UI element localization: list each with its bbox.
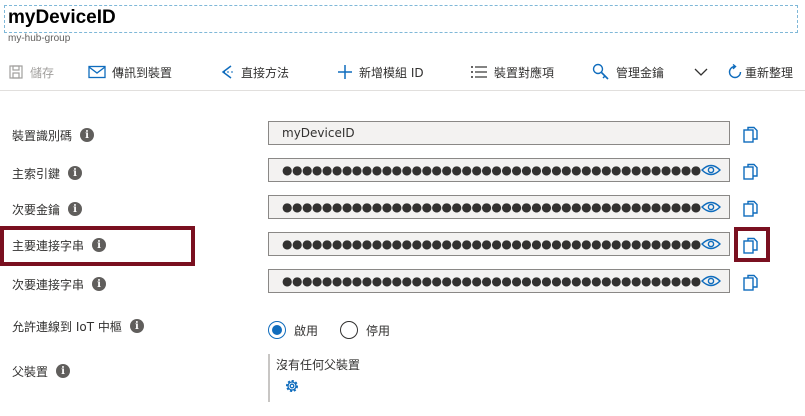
- primary-connection-field[interactable]: ●●●●●●●●●●●●●●●●●●●●●●●●●●●●●●●●●●●●●●●●…: [268, 232, 730, 256]
- secondary-connection-value: ●●●●●●●●●●●●●●●●●●●●●●●●●●●●●●●●●●●●●●●●…: [282, 274, 701, 288]
- secondary-key-label-row: 次要金鑰 i: [12, 200, 83, 218]
- radio-enable[interactable]: 啟用: [268, 319, 318, 341]
- refresh-icon: [728, 64, 742, 79]
- mail-icon: [88, 65, 106, 79]
- secondary-key-label: 次要金鑰: [12, 202, 61, 217]
- secondary-connection-label-row: 次要連接字串 i: [12, 275, 107, 293]
- device-id-field[interactable]: myDeviceID: [268, 121, 730, 145]
- title-box: [4, 5, 798, 33]
- copy-icon[interactable]: [742, 126, 760, 146]
- page-subtitle: my-hub-group: [8, 33, 71, 44]
- save-label: 儲存: [30, 65, 55, 80]
- primary-connection-value: ●●●●●●●●●●●●●●●●●●●●●●●●●●●●●●●●●●●●●●●●…: [282, 237, 701, 251]
- info-icon[interactable]: i: [56, 364, 71, 378]
- manage-keys-label: 管理金鑰: [616, 65, 665, 80]
- connection-label: 允許連線到 IoT 中樞: [12, 319, 122, 334]
- info-icon[interactable]: i: [92, 277, 107, 291]
- manage-keys-dropdown[interactable]: [694, 62, 708, 82]
- secondary-key-value: ●●●●●●●●●●●●●●●●●●●●●●●●●●●●●●●●●●●●●●●●…: [282, 200, 701, 214]
- connection-label-row: 允許連線到 IoT 中樞 i: [12, 317, 144, 335]
- parent-value: 沒有任何父裝置: [276, 358, 361, 372]
- key-search-icon: [592, 63, 609, 80]
- device-id-value: myDeviceID: [282, 126, 355, 140]
- device-id-label: 裝置識別碼: [12, 128, 73, 143]
- eye-icon[interactable]: [701, 274, 721, 288]
- direct-method-button[interactable]: 直接方法: [219, 62, 289, 82]
- refresh-button[interactable]: 重新整理: [727, 62, 793, 82]
- info-icon[interactable]: i: [129, 319, 144, 333]
- info-icon[interactable]: i: [80, 128, 95, 142]
- info-icon[interactable]: i: [92, 238, 107, 252]
- primary-key-label: 主索引鍵: [12, 166, 61, 181]
- page-title: myDeviceID: [8, 7, 116, 28]
- save-icon: [9, 65, 23, 79]
- primary-key-field[interactable]: ●●●●●●●●●●●●●●●●●●●●●●●●●●●●●●●●●●●●●●●●…: [268, 158, 730, 182]
- send-message-button[interactable]: 傳訊到裝置: [88, 62, 172, 82]
- list-icon: [471, 66, 487, 78]
- primary-connection-label-row: 主要連接字串 i: [12, 236, 107, 254]
- parent-label: 父裝置: [12, 364, 49, 379]
- secondary-key-field[interactable]: ●●●●●●●●●●●●●●●●●●●●●●●●●●●●●●●●●●●●●●●●…: [268, 195, 730, 219]
- eye-icon[interactable]: [701, 200, 721, 214]
- add-module-button[interactable]: 新增模組 ID: [337, 62, 424, 82]
- send-message-label: 傳訊到裝置: [112, 65, 173, 80]
- copy-icon[interactable]: [742, 200, 760, 220]
- copy-icon[interactable]: [742, 163, 760, 183]
- direct-method-label: 直接方法: [241, 65, 290, 80]
- add-module-label: 新增模組 ID: [359, 65, 424, 80]
- device-twin-label: 裝置對應項: [494, 65, 555, 80]
- primary-key-value: ●●●●●●●●●●●●●●●●●●●●●●●●●●●●●●●●●●●●●●●●…: [282, 163, 701, 177]
- eye-icon[interactable]: [701, 163, 721, 177]
- copy-icon[interactable]: [742, 237, 760, 257]
- save-button[interactable]: 儲存: [8, 62, 54, 82]
- radio-disable[interactable]: 停用: [340, 319, 390, 341]
- gear-icon[interactable]: [283, 377, 301, 395]
- primary-key-label-row: 主索引鍵 i: [12, 164, 83, 182]
- radio-disable-circle[interactable]: [340, 321, 358, 339]
- manage-keys-button[interactable]: 管理金鑰: [592, 62, 664, 82]
- device-id-label-row: 裝置識別碼 i: [12, 126, 95, 144]
- refresh-label: 重新整理: [745, 65, 794, 80]
- radio-enable-circle[interactable]: [268, 321, 286, 339]
- direct-method-icon: [221, 65, 233, 79]
- secondary-connection-field[interactable]: ●●●●●●●●●●●●●●●●●●●●●●●●●●●●●●●●●●●●●●●●…: [268, 269, 730, 293]
- device-twin-button[interactable]: 裝置對應項: [470, 62, 554, 82]
- parent-divider: [268, 354, 270, 402]
- primary-connection-label: 主要連接字串: [12, 238, 85, 253]
- parent-label-row: 父裝置 i: [12, 362, 71, 380]
- radio-enable-label: 啟用: [294, 323, 319, 338]
- info-icon[interactable]: i: [68, 166, 83, 180]
- radio-disable-label: 停用: [366, 323, 391, 338]
- toolbar-divider: [0, 90, 805, 91]
- secondary-connection-label: 次要連接字串: [12, 277, 85, 292]
- command-bar: 儲存 傳訊到裝置 直接方法 新增模組 ID 裝置對應項 管理金鑰 重新整理: [0, 54, 805, 90]
- info-icon[interactable]: i: [68, 202, 83, 216]
- chevron-down-icon: [694, 68, 708, 76]
- eye-icon[interactable]: [701, 237, 721, 251]
- copy-icon[interactable]: [742, 274, 760, 294]
- plus-icon: [338, 65, 352, 79]
